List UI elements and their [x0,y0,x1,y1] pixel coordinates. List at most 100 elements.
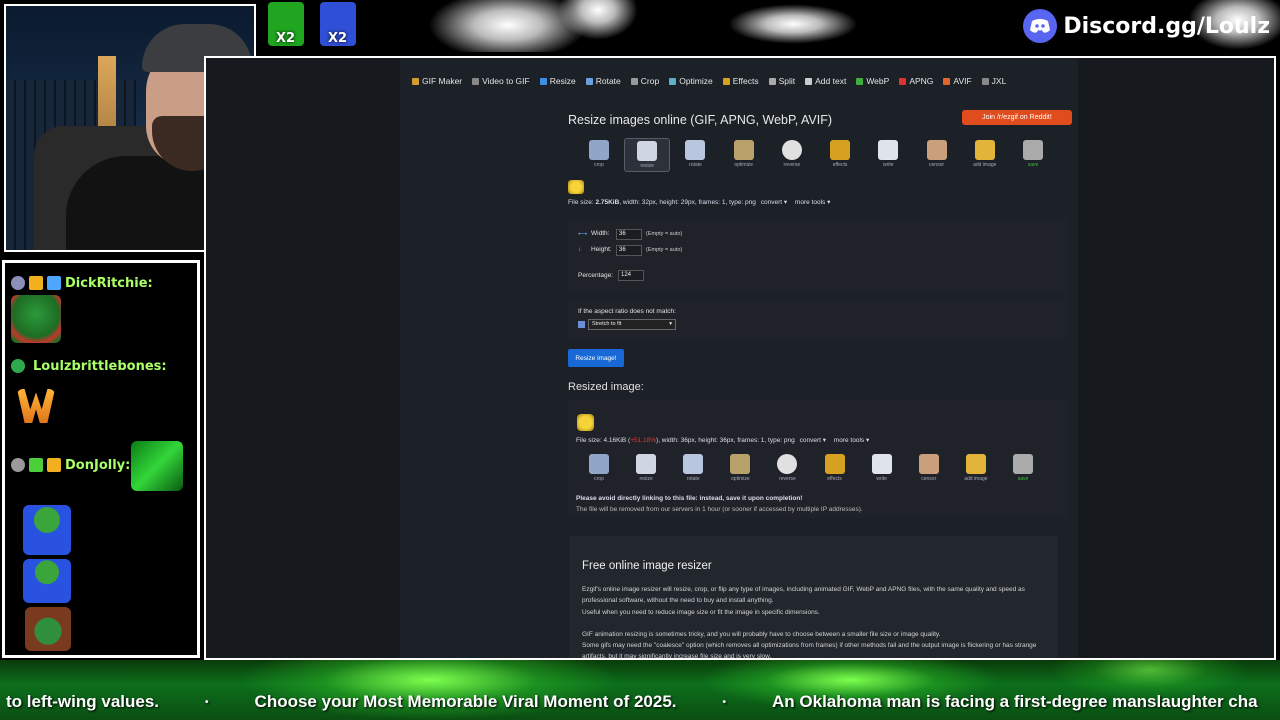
tool-label: rotate [689,162,702,168]
article-paragraph: Ezgif's online image resizer will resize… [582,586,1025,604]
nav-resize[interactable]: Resize [539,76,576,86]
article-paragraph: GIF animation resizing is sometimes tric… [582,631,941,638]
sword-icon [47,276,61,290]
effects-icon [830,140,851,160]
tool-rotate[interactable]: rotate [670,452,716,486]
discord-icon [1023,9,1058,43]
split-icon [768,77,776,85]
nav-gif-maker[interactable]: GIF Maker [412,76,462,86]
discord-link: Discord.gg/Loulz [1023,8,1270,44]
nav-label: Video to GIF [482,76,530,86]
diamond-icon [29,458,43,472]
pepe-blue-emote [23,559,71,603]
tool-write[interactable]: write [859,452,905,486]
tool-write[interactable]: write [865,138,911,172]
x-badge-icon [11,359,25,373]
height-input[interactable]: 36 [616,245,642,256]
width-input[interactable]: 36 [616,229,642,240]
file-info-prefix: File size: [568,199,596,206]
nav-apng[interactable]: APNG [899,76,933,86]
tool-save[interactable]: save [1010,138,1056,172]
resize-icon [637,141,658,161]
page-title: Resize images online (GIF, APNG, WebP, A… [568,113,832,127]
reverse-icon [781,140,802,160]
rotate-icon [683,454,704,474]
tool-add-image[interactable]: add image [953,452,999,486]
tool-add-image[interactable]: add image [962,138,1008,172]
more-tools-dropdown[interactable]: more tools ▾ [792,198,833,206]
jxl-icon [981,77,989,85]
resize-icon [539,77,547,85]
optimize-icon [669,77,677,85]
tool-row: crop resize rotate optimize reverse effects wr… [576,138,1056,172]
more-tools-dropdown[interactable]: more tools ▾ [831,436,872,444]
tool-crop[interactable]: crop [576,138,622,172]
convert-dropdown[interactable]: convert ▾ [758,198,790,206]
add-image-icon [965,454,986,474]
video-icon [472,77,480,85]
tool-effects[interactable]: effects [812,452,858,486]
write-icon [871,454,892,474]
tool-label: save [1017,476,1029,482]
ticker-item: Choose your Most Memorable Viral Moment … [254,692,677,711]
tool-label: write [883,162,894,168]
ticker-item: to left-wing values. [6,692,160,711]
pepe-cowboy-emote [25,607,71,651]
aspect-select[interactable]: Stretch to fit ▾ [588,319,676,330]
aspect-label: If the aspect ratio does not match: [578,308,676,315]
result-file-info: File size: 4.16KiB (+51.18%), width: 36p… [576,436,872,444]
add-text-icon [805,77,813,85]
webp-icon [856,77,864,85]
water-splash [728,4,858,44]
article-paragraph: Some gifs may need the "coalesce" option… [582,642,1037,660]
nav-split[interactable]: Split [768,76,795,86]
chat-username: DonJolly: [65,458,131,473]
resize-button[interactable]: Resize image! [568,349,624,367]
crop-icon [589,454,609,474]
nav-label: Crop [640,76,660,86]
tool-crop[interactable]: crop [576,452,622,486]
badge-icon [11,276,25,290]
nav-add-text[interactable]: Add text [805,76,846,86]
nav-webp[interactable]: WebP [856,76,889,86]
reddit-button[interactable]: Join /r/ezgif on Reddit! [962,110,1072,125]
nav-jxl[interactable]: JXL [981,76,1006,86]
width-hint: (Empty = auto) [646,231,683,237]
tool-censor[interactable]: censor [914,138,960,172]
nav-avif[interactable]: AVIF [943,76,972,86]
chevron-down-icon: ▾ [669,321,672,327]
effects-icon [722,77,730,85]
tool-resize[interactable]: resize [623,452,669,486]
tool-label: reverse [783,162,801,168]
ticker-separator: • [722,696,727,708]
nav-optimize[interactable]: Optimize [669,76,713,86]
tool-optimize[interactable]: optimize [717,452,763,486]
tool-rotate[interactable]: rotate [672,138,718,172]
nav-crop[interactable]: Crop [630,76,660,86]
tool-label: add image [964,476,988,482]
nav-label: Effects [732,76,759,86]
pepe-emote [11,295,61,343]
chat-username: DickRitchie: [65,276,153,291]
tool-censor[interactable]: censor [906,452,952,486]
tool-reverse[interactable]: reverse [769,138,815,172]
size-delta: +51.18% [630,437,657,444]
pepe-blue-emote [23,505,71,555]
censor-icon [926,140,947,160]
nav-rotate[interactable]: Rotate [585,76,621,86]
tool-reverse[interactable]: reverse [764,452,810,486]
convert-dropdown[interactable]: convert ▾ [797,436,829,444]
tool-effects[interactable]: effects [817,138,863,172]
tool-optimize[interactable]: optimize [721,138,767,172]
percentage-input[interactable]: 124 [618,270,644,281]
optimize-icon [730,454,751,474]
nav-label: Resize [549,76,576,86]
discord-label: Discord.gg/Loulz [1063,13,1270,39]
tool-label: effects [832,162,848,168]
nav-video-to-gif[interactable]: Video to GIF [472,76,530,86]
tool-resize[interactable]: resize [624,138,671,172]
file-info-rest: , width: 32px, height: 29px, frames: 1, … [619,199,756,206]
nav-effects[interactable]: Effects [722,76,759,86]
tool-save[interactable]: save [1000,452,1046,486]
aspect-select-value: Stretch to fit [592,321,622,327]
